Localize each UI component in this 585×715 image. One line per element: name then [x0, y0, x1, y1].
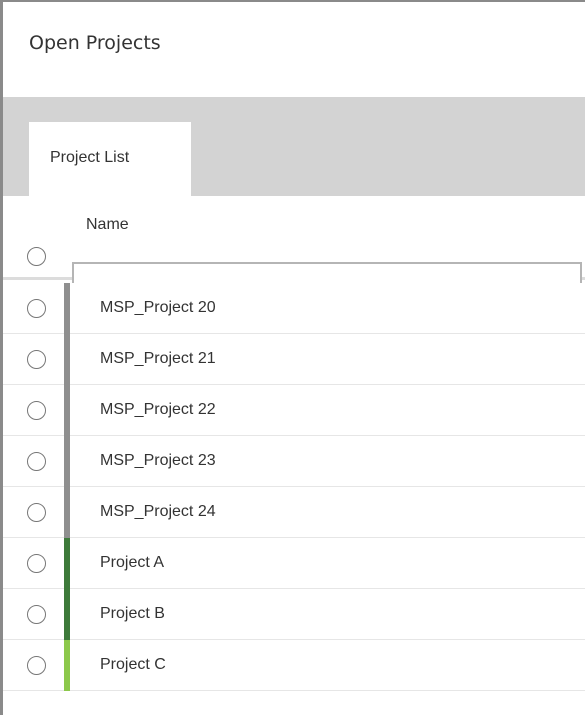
tab-bar: Project List — [3, 97, 585, 196]
project-color-bar — [64, 283, 70, 334]
row-select-radio[interactable] — [27, 401, 46, 420]
project-name: MSP_Project 24 — [100, 503, 216, 520]
row-select-radio[interactable] — [27, 299, 46, 318]
project-color-bar — [64, 589, 70, 640]
row-select-radio[interactable] — [27, 554, 46, 573]
table-header: Name — [3, 196, 585, 289]
project-name: MSP_Project 21 — [100, 350, 216, 367]
row-select-radio[interactable] — [27, 656, 46, 675]
table-row[interactable]: MSP_Project 21 — [3, 334, 585, 385]
table-row[interactable]: MSP_Project 24 — [3, 487, 585, 538]
table-row[interactable]: MSP_Project 23 — [3, 436, 585, 487]
open-projects-dialog: Open Projects Project List Name MSP_Proj… — [0, 0, 585, 715]
project-name: Project B — [100, 605, 165, 622]
row-select-radio[interactable] — [27, 503, 46, 522]
project-color-bar — [64, 436, 70, 487]
project-color-bar — [64, 487, 70, 538]
project-name: Project C — [100, 656, 166, 673]
table-row[interactable]: Project A — [3, 538, 585, 589]
project-color-bar — [64, 538, 70, 589]
project-name: MSP_Project 23 — [100, 452, 216, 469]
project-name: Project A — [100, 554, 165, 571]
dialog-title: Open Projects — [3, 2, 585, 97]
row-select-radio[interactable] — [27, 452, 46, 471]
project-name: MSP_Project 20 — [100, 299, 216, 316]
table-row[interactable]: MSP_Project 20 — [3, 283, 585, 334]
project-color-bar — [64, 385, 70, 436]
table-row[interactable]: Project C — [3, 640, 585, 691]
table-row[interactable]: Project B — [3, 589, 585, 640]
project-name: MSP_Project 22 — [100, 401, 216, 418]
row-select-radio[interactable] — [27, 605, 46, 624]
project-list: MSP_Project 20 MSP_Project 21 MSP_Project … — [3, 283, 585, 691]
project-color-bar — [64, 640, 70, 691]
column-header-name[interactable]: Name — [86, 216, 129, 234]
tab-project-list[interactable]: Project List — [29, 122, 191, 196]
project-color-bar — [64, 334, 70, 385]
row-select-radio[interactable] — [27, 350, 46, 369]
table-row[interactable]: MSP_Project 22 — [3, 385, 585, 436]
select-all-radio[interactable] — [27, 247, 46, 266]
